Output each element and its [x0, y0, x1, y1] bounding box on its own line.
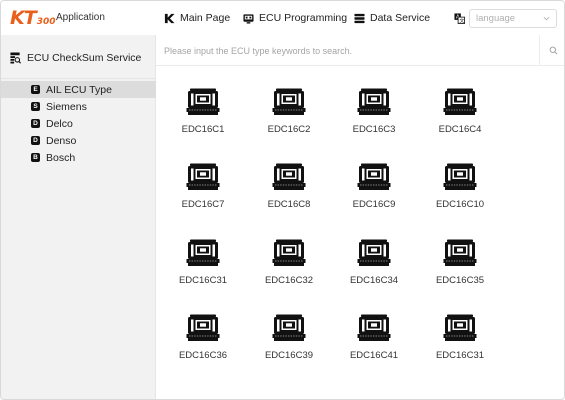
top-header: KT 300 Application Main Page ECU Program… — [1, 1, 564, 35]
ecu-tile[interactable]: EDC16C31 — [425, 292, 495, 362]
ecu-tile[interactable]: EDC16C9 — [339, 141, 409, 211]
ecu-module-icon — [357, 88, 391, 115]
ecu-grid: EDC16C1 EDC16C2 EDC16C3 EDC16C4 EDC16C7 EDC16… — [156, 66, 564, 399]
ecu-tile[interactable]: EDC16C39 — [254, 292, 324, 362]
ecu-module-icon — [443, 163, 477, 190]
sidebar-item-all-ecu-type[interactable]: E AIL ECU Type — [1, 81, 156, 98]
ecu-tile-label: EDC16C10 — [435, 199, 485, 210]
ecu-tile-label: EDC16C31 — [178, 275, 228, 286]
ecu-tile-label: EDC16C39 — [264, 350, 314, 361]
ecu-module-icon — [443, 239, 477, 266]
ecu-tile-label: EDC16C1 — [181, 124, 225, 135]
sidebar-title: ECU CheckSum Service — [10, 52, 141, 64]
app-window: KT 300 Application Main Page ECU Program… — [0, 0, 565, 400]
sidebar-item-label: Bosch — [46, 151, 76, 164]
ecu-module-icon — [272, 239, 306, 266]
ecu-tile-label: EDC16C9 — [352, 199, 396, 210]
ecu-tile[interactable]: EDC16C32 — [254, 217, 324, 287]
ecu-tile-label: EDC16C34 — [349, 275, 399, 286]
ecu-brand-badge-icon: D — [31, 136, 40, 145]
ecu-module-icon — [272, 314, 306, 341]
ecu-tile-label: EDC16C41 — [349, 350, 399, 361]
sidebar-item-label: Denso — [46, 134, 77, 147]
ecu-module-icon — [272, 163, 306, 190]
ecu-tile-label: EDC16C36 — [178, 350, 228, 361]
search-icon — [549, 46, 557, 55]
database-icon — [354, 13, 365, 23]
ecu-module-icon — [357, 239, 391, 266]
ecu-tile[interactable]: EDC16C1 — [168, 66, 238, 136]
ecu-chip-icon — [243, 13, 254, 24]
sidebar-list: E AIL ECU Type S Siemens D Delco D Denso… — [1, 81, 156, 166]
ecu-tile[interactable]: EDC16C2 — [254, 66, 324, 136]
ecu-module-icon — [443, 314, 477, 341]
ecu-tile-label: EDC16C35 — [435, 275, 485, 286]
nav-main-page[interactable]: Main Page — [164, 9, 230, 27]
search-input[interactable] — [156, 35, 536, 66]
sidebar: ECU CheckSum Service E AIL ECU Type S Si… — [1, 35, 156, 399]
search-bar — [156, 35, 564, 66]
svg-text:文: 文 — [459, 17, 464, 24]
ecu-brand-badge-icon: S — [31, 102, 40, 111]
ecu-tile[interactable]: EDC16C34 — [339, 217, 409, 287]
sidebar-item-siemens[interactable]: S Siemens — [1, 98, 156, 115]
ecu-tile[interactable]: EDC16C7 — [168, 141, 238, 211]
ecu-tile[interactable]: EDC16C4 — [425, 66, 495, 136]
ecu-tile[interactable]: EDC16C10 — [425, 141, 495, 211]
nav-ecu-programming[interactable]: ECU Programming — [243, 9, 347, 27]
ecu-module-icon — [186, 163, 220, 190]
ecu-tile[interactable]: EDC16C8 — [254, 141, 324, 211]
sidebar-divider — [1, 78, 156, 79]
k-logo-icon — [164, 13, 175, 23]
nav-main-page-label: Main Page — [180, 12, 231, 24]
ecu-tile-label: EDC16C8 — [267, 199, 311, 210]
ecu-module-icon — [357, 163, 391, 190]
ecu-tile[interactable]: EDC16C3 — [339, 66, 409, 136]
nav-data-service-label: Data Service — [370, 12, 431, 24]
ecu-tile[interactable]: EDC16C35 — [425, 217, 495, 287]
search-button[interactable] — [539, 35, 564, 66]
sidebar-item-denso[interactable]: D Denso — [1, 132, 156, 149]
ecu-tile[interactable]: EDC16C31 — [168, 217, 238, 287]
ecu-module-icon — [357, 314, 391, 341]
sidebar-item-label: Delco — [46, 117, 73, 130]
sidebar-item-bosch[interactable]: B Bosch — [1, 149, 156, 166]
ecu-module-icon — [443, 88, 477, 115]
ecu-module-icon — [186, 314, 220, 341]
ecu-tile-label: EDC16C3 — [352, 124, 396, 135]
language-dropdown[interactable]: language — [469, 8, 557, 28]
language-selector: A 文 language — [454, 8, 557, 28]
ecu-tile[interactable]: EDC16C36 — [168, 292, 238, 362]
checksum-search-icon — [10, 52, 21, 64]
chevron-down-icon — [543, 16, 550, 20]
nav-data-service[interactable]: Data Service — [354, 9, 430, 27]
ecu-tile-label: EDC16C31 — [435, 350, 485, 361]
nav-ecu-programming-label: ECU Programming — [259, 12, 348, 24]
translate-icon: A 文 — [454, 12, 465, 24]
language-dropdown-value: language — [476, 12, 516, 24]
sidebar-item-delco[interactable]: D Delco — [1, 115, 156, 132]
sidebar-item-label: Siemens — [46, 100, 87, 113]
ecu-tile-label: EDC16C32 — [264, 275, 314, 286]
app-label: Application — [56, 12, 105, 23]
ecu-tile-label: EDC16C7 — [181, 199, 225, 210]
ecu-brand-badge-icon: B — [31, 153, 40, 162]
ecu-module-icon — [272, 88, 306, 115]
ecu-brand-badge-icon: E — [31, 85, 40, 94]
sidebar-item-label: AIL ECU Type — [46, 83, 112, 96]
ecu-brand-badge-icon: D — [31, 119, 40, 128]
sidebar-title-label: ECU CheckSum Service — [27, 52, 142, 64]
ecu-module-icon — [186, 239, 220, 266]
ecu-tile-label: EDC16C2 — [267, 124, 311, 135]
kt300-logo: KT 300 — [10, 8, 55, 28]
ecu-tile-label: EDC16C4 — [438, 124, 482, 135]
ecu-tile[interactable]: EDC16C41 — [339, 292, 409, 362]
ecu-module-icon — [186, 88, 220, 115]
logo-number-text: 300 — [36, 17, 56, 27]
logo-kt-text: KT — [10, 7, 37, 29]
